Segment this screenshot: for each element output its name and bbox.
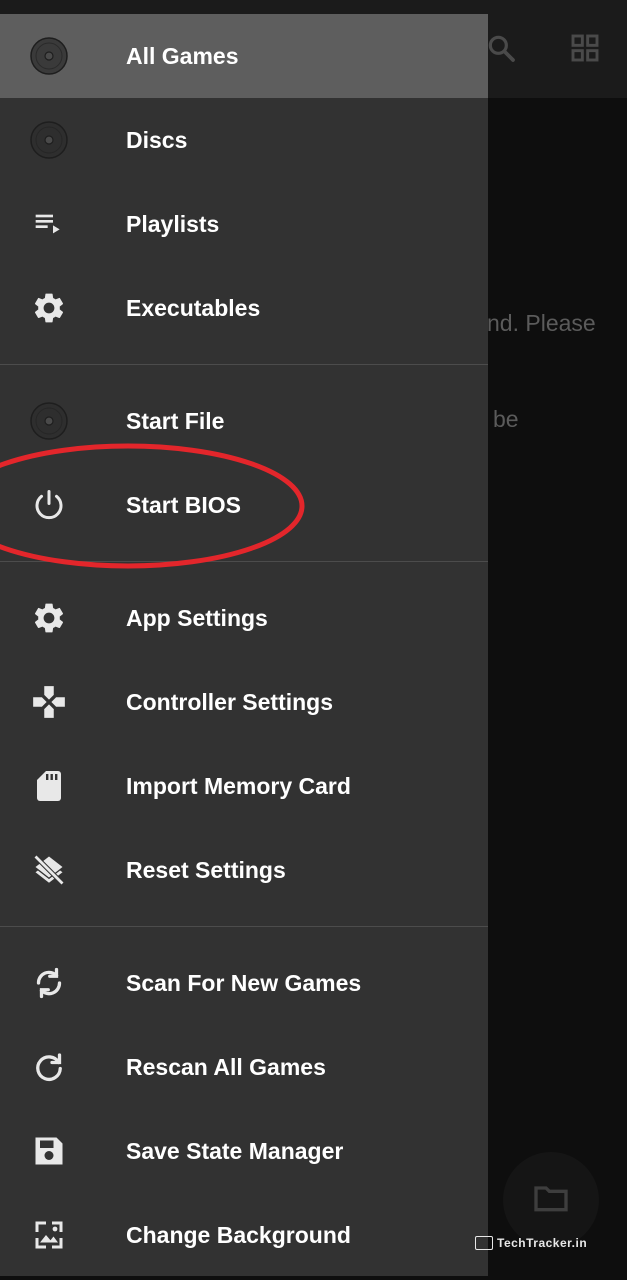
drawer-divider [0,926,488,927]
menu-label-app-settings: App Settings [126,604,268,631]
menu-item-start-file[interactable]: Start File [0,379,488,463]
drawer-section-settings: App Settings Controller Settings Import … [0,576,488,912]
menu-item-all-games[interactable]: All Games [0,14,488,98]
wallpaper-icon [28,1214,70,1256]
menu-item-app-settings[interactable]: App Settings [0,576,488,660]
navigation-drawer: All Games Discs Playlists Executables St… [0,14,488,1276]
menu-label-start-file: Start File [126,407,225,434]
power-icon [28,484,70,526]
menu-item-save-state-manager[interactable]: Save State Manager [0,1109,488,1193]
playlist-icon [28,203,70,245]
refresh-icon [28,1046,70,1088]
menu-item-executables[interactable]: Executables [0,266,488,350]
menu-label-import-memory-card: Import Memory Card [126,772,351,799]
menu-item-reset-settings[interactable]: Reset Settings [0,828,488,912]
gamepad-icon [28,681,70,723]
menu-label-discs: Discs [126,126,188,153]
menu-item-playlists[interactable]: Playlists [0,182,488,266]
folder-icon [531,1178,571,1223]
menu-item-rescan-all-games[interactable]: Rescan All Games [0,1025,488,1109]
menu-item-controller-settings[interactable]: Controller Settings [0,660,488,744]
menu-label-rescan-all-games: Rescan All Games [126,1053,326,1080]
menu-item-scan-for-new-games[interactable]: Scan For New Games [0,941,488,1025]
menu-label-executables: Executables [126,294,261,321]
grid-view-icon[interactable] [567,30,603,66]
drawer-divider [0,561,488,562]
sd-card-icon [28,765,70,807]
menu-item-change-background[interactable]: Change Background [0,1193,488,1276]
menu-label-reset-settings: Reset Settings [126,856,286,883]
menu-label-change-background: Change Background [126,1221,351,1248]
menu-label-controller-settings: Controller Settings [126,688,334,715]
save-icon [28,1130,70,1172]
menu-item-start-bios[interactable]: Start BIOS [0,463,488,547]
drawer-divider [0,364,488,365]
menu-label-all-games: All Games [126,42,239,69]
drawer-section-start: Start File Start BIOS [0,379,488,547]
watermark: TechTracker.in [475,1236,587,1250]
watermark-text: TechTracker.in [497,1236,588,1250]
screen: nd. Please be All Games Discs Playlists … [0,0,627,1280]
menu-item-discs[interactable]: Discs [0,98,488,182]
search-icon[interactable] [483,30,519,66]
menu-label-save-state-manager: Save State Manager [126,1137,344,1164]
add-directory-button[interactable] [503,1152,599,1248]
empty-list-message-line2: be [493,406,519,432]
disc-icon [28,35,70,77]
gear-icon [28,287,70,329]
sync-icon [28,962,70,1004]
menu-label-start-bios: Start BIOS [126,491,242,518]
disc-icon [28,119,70,161]
gear-icon [28,597,70,639]
watermark-logo-icon [475,1236,493,1250]
drawer-section-library: Scan For New Games Rescan All Games Save… [0,941,488,1276]
drawer-section-browse: All Games Discs Playlists Executables [0,14,488,350]
menu-label-playlists: Playlists [126,210,220,237]
menu-item-import-memory-card[interactable]: Import Memory Card [0,744,488,828]
empty-list-message-line1: nd. Please [487,310,596,336]
menu-label-scan-for-new-games: Scan For New Games [126,969,362,996]
disc-icon [28,400,70,442]
layers-clear-icon [28,849,70,891]
